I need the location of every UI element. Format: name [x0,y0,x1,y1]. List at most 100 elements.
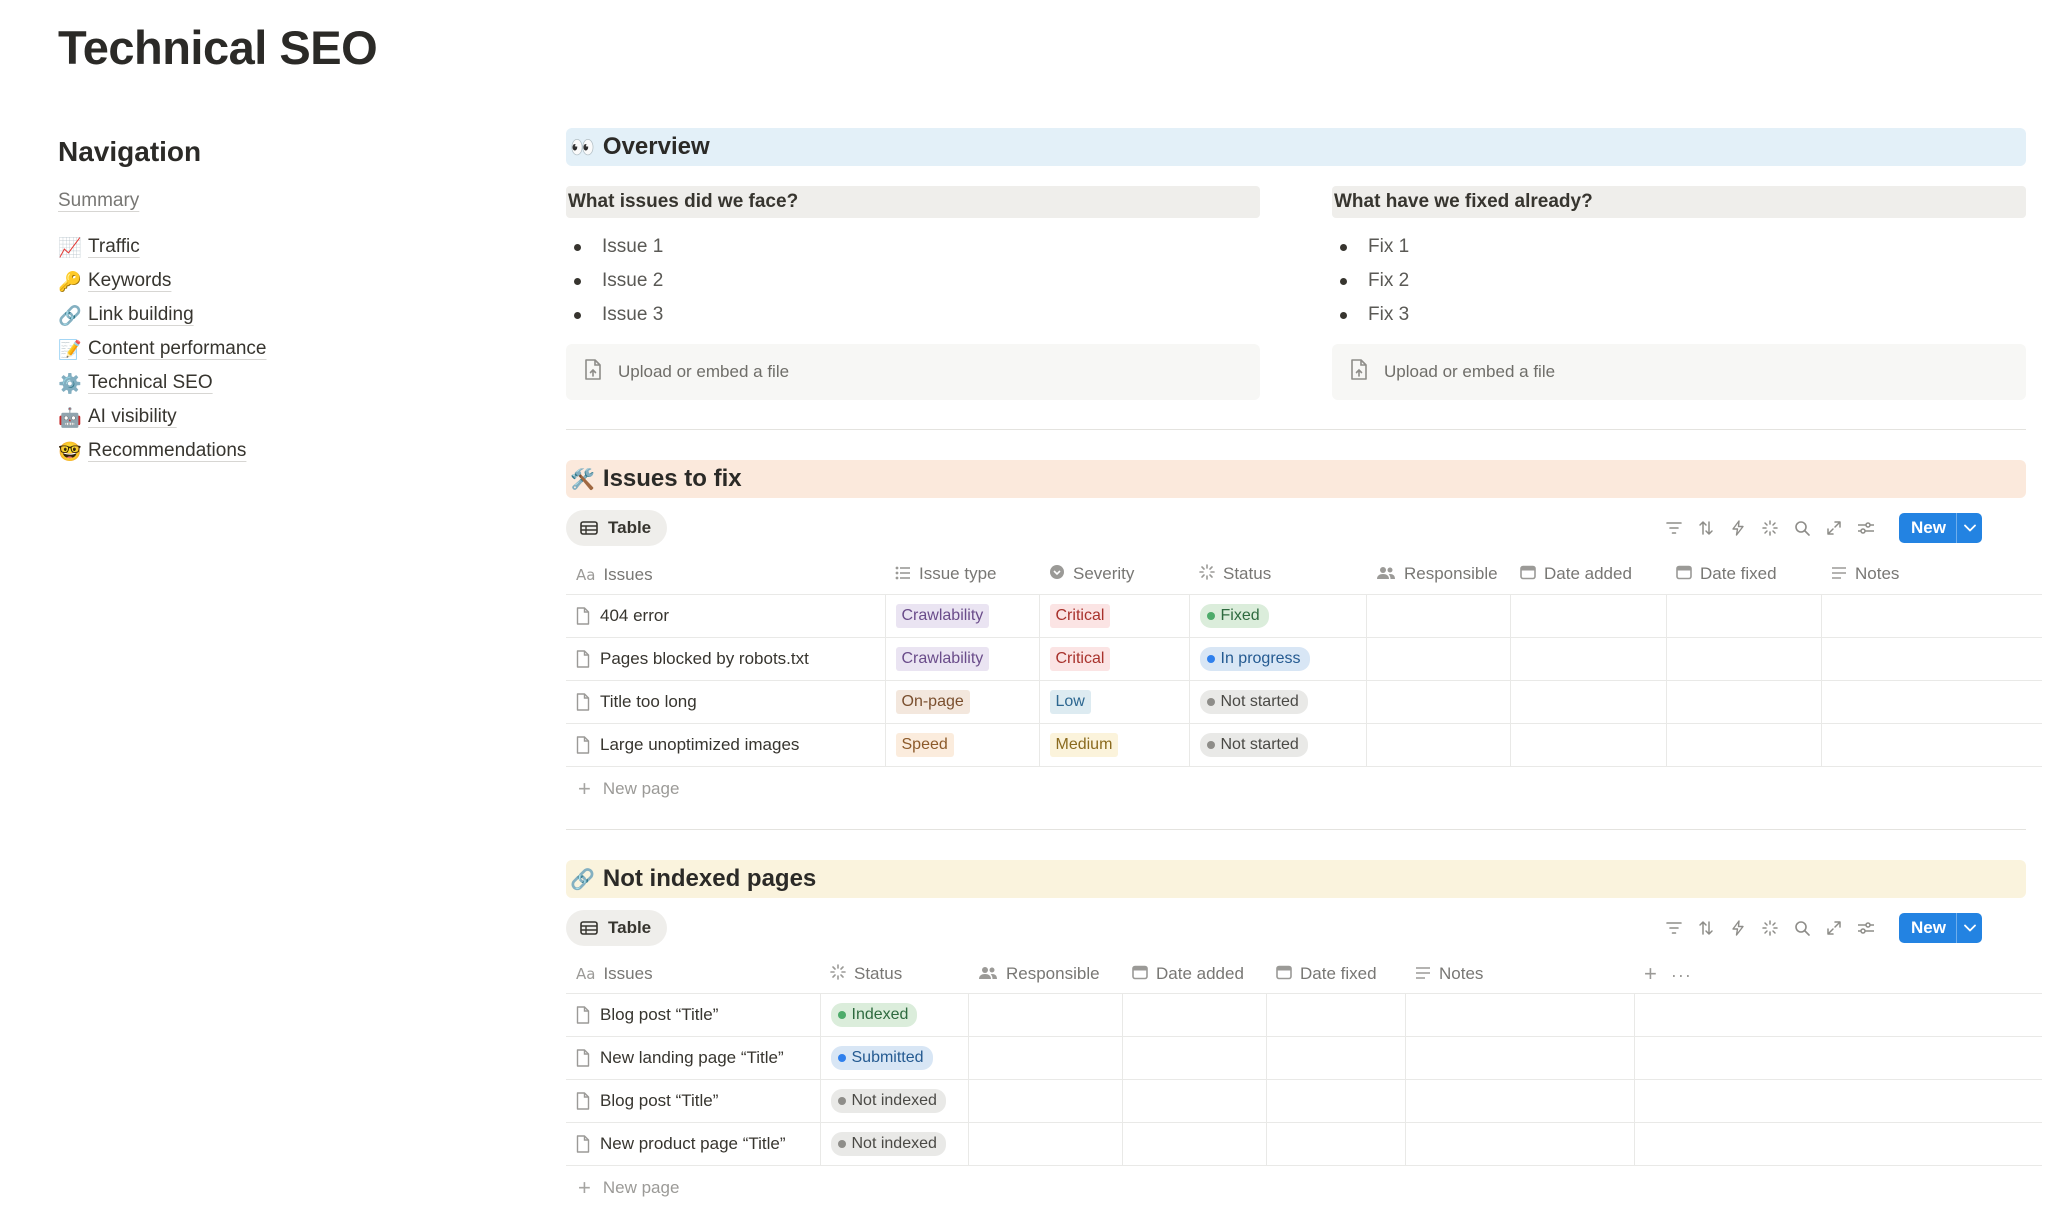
column-header-issue-type[interactable]: Issue type [885,556,1039,595]
column-header-status[interactable]: Status [820,955,968,994]
nav-item-link-building[interactable]: 🔗 Link building [58,298,488,332]
automation-bolt-icon[interactable] [1725,915,1751,941]
notes-cell[interactable] [1404,1079,1634,1123]
column-header-notes[interactable]: Notes [1821,556,2042,595]
responsible-cell[interactable] [967,1036,1122,1080]
row-title[interactable]: Title too long [576,692,885,712]
table-view-tab[interactable]: Table [566,510,668,546]
date-fixed-cell[interactable] [1265,1122,1405,1166]
nav-item-traffic[interactable]: 📈 Traffic [58,230,488,264]
notes-cell[interactable] [1820,723,2042,767]
issue-type-tag[interactable]: Crawlability [895,646,990,671]
severity-tag[interactable]: Medium [1049,732,1119,757]
list-item[interactable]: Fix 1 [1340,230,2026,264]
row-title[interactable]: New product page “Title” [576,1134,820,1154]
settings-sliders-icon[interactable] [1853,915,1879,941]
column-header-responsible[interactable]: Responsible [968,955,1122,994]
filter-icon[interactable] [1661,915,1687,941]
date-added-cell[interactable] [1121,1079,1266,1123]
table-row[interactable]: Blog post “Title” Indexed [566,993,2042,1037]
new-page-button[interactable]: + New page [566,767,2026,811]
column-header-responsible[interactable]: Responsible [1366,556,1510,595]
list-item[interactable]: Issue 3 [574,298,1260,332]
row-title[interactable]: Large unoptimized images [576,735,885,755]
new-entry-button[interactable]: New [1899,912,1982,943]
responsible-cell[interactable] [967,1122,1122,1166]
notes-cell[interactable] [1404,1036,1634,1080]
table-row[interactable]: Title too long On-page Low Not started [566,680,2042,724]
chevron-down-icon[interactable] [1956,912,1982,943]
upload-file-button[interactable]: Upload or embed a file [1332,344,2026,400]
notes-cell[interactable] [1404,1122,1634,1166]
notes-cell[interactable] [1404,993,1634,1037]
loading-sparkle-icon[interactable] [1757,515,1783,541]
nav-item-ai-visibility[interactable]: 🤖 AI visibility [58,400,488,434]
status-badge[interactable]: In progress [1199,646,1310,671]
row-title[interactable]: New landing page “Title” [576,1048,820,1068]
responsible-cell[interactable] [1365,594,1510,638]
date-added-cell[interactable] [1509,637,1666,681]
column-header-date-fixed[interactable]: Date fixed [1266,955,1405,994]
search-icon[interactable] [1789,915,1815,941]
sort-icon[interactable] [1693,915,1719,941]
status-badge[interactable]: Not indexed [830,1132,946,1156]
responsible-cell[interactable] [1365,680,1510,724]
table-row[interactable]: 404 error Crawlability Critical Fixed [566,594,2042,638]
column-header-issues[interactable]: Aa Issues [566,556,885,595]
list-item[interactable]: Issue 2 [574,264,1260,298]
table-row[interactable]: Pages blocked by robots.txt Crawlability… [566,637,2042,681]
notes-cell[interactable] [1820,594,2042,638]
status-badge[interactable]: Not indexed [830,1089,946,1113]
date-added-cell[interactable] [1121,1036,1266,1080]
row-title[interactable]: Pages blocked by robots.txt [576,649,885,669]
column-header-date-added[interactable]: Date added [1510,556,1666,595]
date-fixed-cell[interactable] [1665,680,1821,724]
filter-icon[interactable] [1661,515,1687,541]
status-badge[interactable]: Submitted [830,1046,933,1070]
status-badge[interactable]: Indexed [830,1003,918,1027]
table-row[interactable]: Blog post “Title” Not indexed [566,1079,2042,1123]
column-header-status[interactable]: Status [1189,556,1366,595]
responsible-cell[interactable] [1365,637,1510,681]
automation-bolt-icon[interactable] [1725,515,1751,541]
expand-icon[interactable] [1821,515,1847,541]
issue-type-tag[interactable]: Speed [895,732,954,757]
list-item[interactable]: Issue 1 [574,230,1260,264]
date-fixed-cell[interactable] [1265,1036,1405,1080]
new-page-button[interactable]: + New page [566,1166,2026,1210]
date-fixed-cell[interactable] [1265,1079,1405,1123]
column-header-date-added[interactable]: Date added [1122,955,1266,994]
nav-item-technical-seo[interactable]: ⚙️ Technical SEO [58,366,488,400]
loading-sparkle-icon[interactable] [1757,915,1783,941]
date-added-cell[interactable] [1509,680,1666,724]
date-fixed-cell[interactable] [1665,637,1821,681]
date-fixed-cell[interactable] [1665,594,1821,638]
row-title[interactable]: 404 error [576,606,885,626]
responsible-cell[interactable] [967,993,1122,1037]
more-options-icon[interactable]: ··· [1671,965,1692,985]
table-row[interactable]: New product page “Title” Not indexed [566,1122,2042,1166]
issue-type-tag[interactable]: Crawlability [895,603,990,628]
nav-item-content-performance[interactable]: 📝 Content performance [58,332,488,366]
list-item[interactable]: Fix 3 [1340,298,2026,332]
column-header-severity[interactable]: Severity [1039,556,1189,595]
date-added-cell[interactable] [1121,1122,1266,1166]
sort-icon[interactable] [1693,515,1719,541]
expand-icon[interactable] [1821,915,1847,941]
row-title[interactable]: Blog post “Title” [576,1005,820,1025]
list-item[interactable]: Fix 2 [1340,264,2026,298]
issue-type-tag[interactable]: On-page [895,689,970,714]
nav-item-keywords[interactable]: 🔑 Keywords [58,264,488,298]
table-row[interactable]: Large unoptimized images Speed Medium No… [566,723,2042,767]
notes-cell[interactable] [1820,637,2042,681]
row-title[interactable]: Blog post “Title” [576,1091,820,1111]
column-header-issues[interactable]: Aa Issues [566,955,820,994]
column-header-notes[interactable]: Notes [1405,955,1634,994]
date-added-cell[interactable] [1509,594,1666,638]
date-fixed-cell[interactable] [1265,993,1405,1037]
settings-sliders-icon[interactable] [1853,515,1879,541]
table-view-tab[interactable]: Table [566,909,668,946]
upload-file-button[interactable]: Upload or embed a file [566,344,1260,400]
table-row[interactable]: New landing page “Title” Submitted [566,1036,2042,1080]
status-badge[interactable]: Not started [1199,689,1308,714]
